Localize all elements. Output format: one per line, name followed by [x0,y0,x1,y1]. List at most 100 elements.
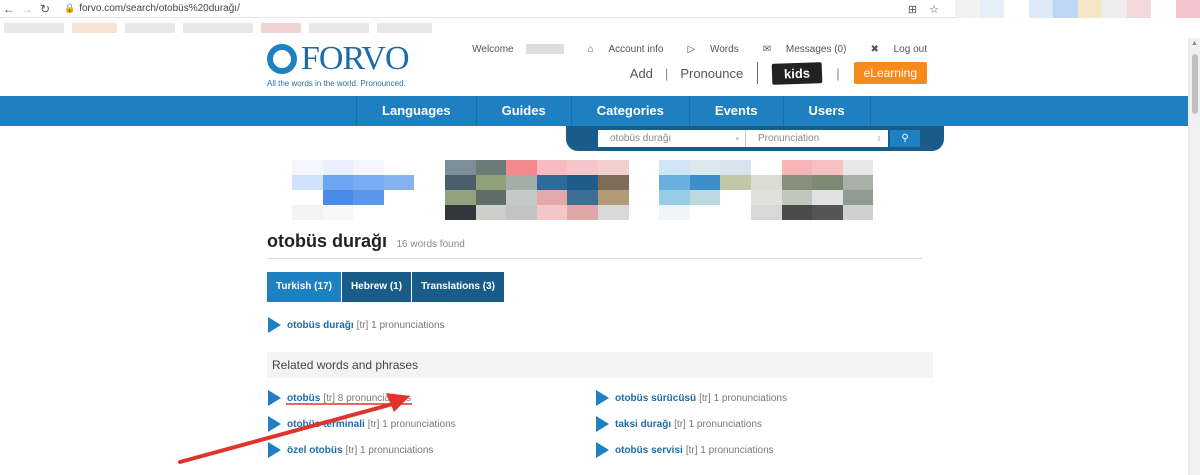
search-bar: otobüs durağı ▾ Pronunciation ⇕ ⚲ [566,126,944,151]
scroll-up-icon[interactable]: ▲ [1191,40,1198,47]
chevron-updown-icon: ⇕ [876,135,882,143]
reload-icon[interactable]: ↻ [36,2,54,16]
kids-button[interactable]: kids [771,61,823,85]
browser-toolbar: ← → ↻ 🔒 forvo.com/search/otobüs%20durağı/… [0,0,1200,18]
play-small-icon: ▷ [687,44,696,55]
logo-mark-icon [267,44,297,74]
chevron-down-icon: ▾ [735,135,739,143]
pronunciation-count: 1 pronunciations [371,319,445,331]
bookmark[interactable] [377,23,432,33]
list-item: otobüs terminali [tr] 1 pronunciations [268,416,456,432]
scrollbar-thumb[interactable] [1192,54,1198,114]
search-button[interactable]: ⚲ [890,130,920,147]
bookmark[interactable] [183,23,253,33]
list-item: otobüs sürücüsü [tr] 1 pronunciations [596,390,787,406]
pronunciation-count: 1 pronunciations [713,392,787,404]
word-link[interactable]: özel otobüs [287,445,343,456]
star-icon[interactable]: ☆ [929,3,939,16]
list-item: otobüs durağı [tr] 1 pronunciations [268,317,445,333]
envelope-icon: ✉ [762,44,772,55]
related-heading: Related words and phrases [267,352,933,378]
word-link[interactable]: otobüs durağı [287,320,354,331]
search-icon: ⚲ [901,133,909,144]
pronunciation-count: 1 pronunciations [700,444,774,456]
word-link[interactable]: taksi durağı [615,419,671,430]
page: FORVO All the words in the world. Pronou… [0,38,1200,475]
url-text: forvo.com/search/otobüs%20durağı/ [79,3,240,14]
tab-translations[interactable]: Translations (3) [411,272,504,302]
search-type-select[interactable]: Pronunciation ⇕ [746,130,888,147]
tab-turkish[interactable]: Turkish (17) [267,272,341,302]
bookmark[interactable] [309,23,369,33]
back-icon[interactable]: ← [0,2,18,16]
forvo-logo[interactable]: FORVO [267,42,410,76]
separator: | [664,65,669,81]
lang-code: [tr] [367,418,380,430]
add-link[interactable]: Add [630,66,653,81]
pronunciation-count: 1 pronunciations [382,418,456,430]
list-item: özel otobüs [tr] 1 pronunciations [268,442,433,458]
translate-icon[interactable]: ⊞ [908,3,917,16]
nav-guides[interactable]: Guides [475,96,571,126]
bookmark[interactable] [261,23,301,33]
forward-icon[interactable]: → [18,2,36,16]
home-icon: ⌂ [587,44,594,55]
nav-users[interactable]: Users [782,96,871,126]
play-icon[interactable] [596,390,609,406]
bookmark[interactable] [125,23,175,33]
lang-code: [tr] [345,444,358,456]
list-item: otobüs [tr] 8 pronunciations [268,390,411,406]
bookmark[interactable] [72,23,117,33]
lang-code: [tr] [699,392,711,404]
list-item: taksi durağı [tr] 1 pronunciations [596,416,762,432]
play-icon[interactable] [268,416,281,432]
divider [757,62,759,84]
page-title: otobüs durağı [267,231,387,251]
bookmark[interactable] [4,23,64,33]
pronunciation-count: 1 pronunciations [688,418,762,430]
words-found-count: 16 words found [396,239,465,250]
word-link[interactable]: otobüs [287,393,320,404]
logout-link[interactable]: ✖ Log out [858,44,927,55]
play-icon[interactable] [268,317,281,333]
account-info-link[interactable]: ⌂ Account info [576,44,664,55]
lang-code: [tr] [674,418,686,430]
site-header: FORVO All the words in the world. Pronou… [267,38,927,96]
lang-code: [tr] [685,444,698,456]
nav-categories[interactable]: Categories [570,96,689,126]
list-item: otobüs servisi [tr] 1 pronunciations [596,442,774,458]
tab-hebrew[interactable]: Hebrew (1) [340,272,412,302]
messages-link[interactable]: ✉ Messages (0) [751,44,847,55]
bookmarks-bar [0,18,1200,38]
nav-events[interactable]: Events [688,96,783,126]
ad-banner-blur [292,160,904,220]
main-navbar: Languages Guides Categories Events Users [0,96,1188,126]
word-link[interactable]: otobüs sürücüsü [615,393,696,404]
word-link[interactable]: otobüs terminali [287,419,365,430]
pronounce-link[interactable]: Pronounce [680,66,743,81]
extensions-blur [955,0,1200,18]
play-icon[interactable] [268,442,281,458]
elearning-button[interactable]: eLearning [853,62,927,84]
page-scrollbar[interactable]: ▲ [1188,38,1200,475]
pronunciation-count: 1 pronunciations [360,444,434,456]
language-tabs: Turkish (17) Hebrew (1) Translations (3) [267,272,504,302]
address-bar[interactable]: 🔒 forvo.com/search/otobüs%20durağı/ [64,3,240,14]
lang-code: [tr] [356,319,369,331]
separator: | [836,65,840,81]
play-icon[interactable] [268,390,281,406]
play-icon[interactable] [596,416,609,432]
user-links: Welcome ⌂ Account info ▷ Words ✉ Message… [448,44,927,55]
lang-code: [tr] [323,392,335,404]
nav-languages[interactable]: Languages [356,96,476,126]
word-link[interactable]: otobüs servisi [615,445,683,456]
play-icon[interactable] [596,442,609,458]
result-title-row: otobüs durağı 16 words found [267,231,922,259]
close-icon: ✖ [870,44,879,55]
tagline: All the words in the world. Pronounced. [267,79,406,88]
username-blur [525,44,564,55]
search-input[interactable]: otobüs durağı ▾ [598,130,746,147]
words-link[interactable]: ▷ Words [676,44,739,55]
action-links: Add | Pronounce kids | eLearning [630,61,927,85]
lock-icon: 🔒 [64,3,76,13]
